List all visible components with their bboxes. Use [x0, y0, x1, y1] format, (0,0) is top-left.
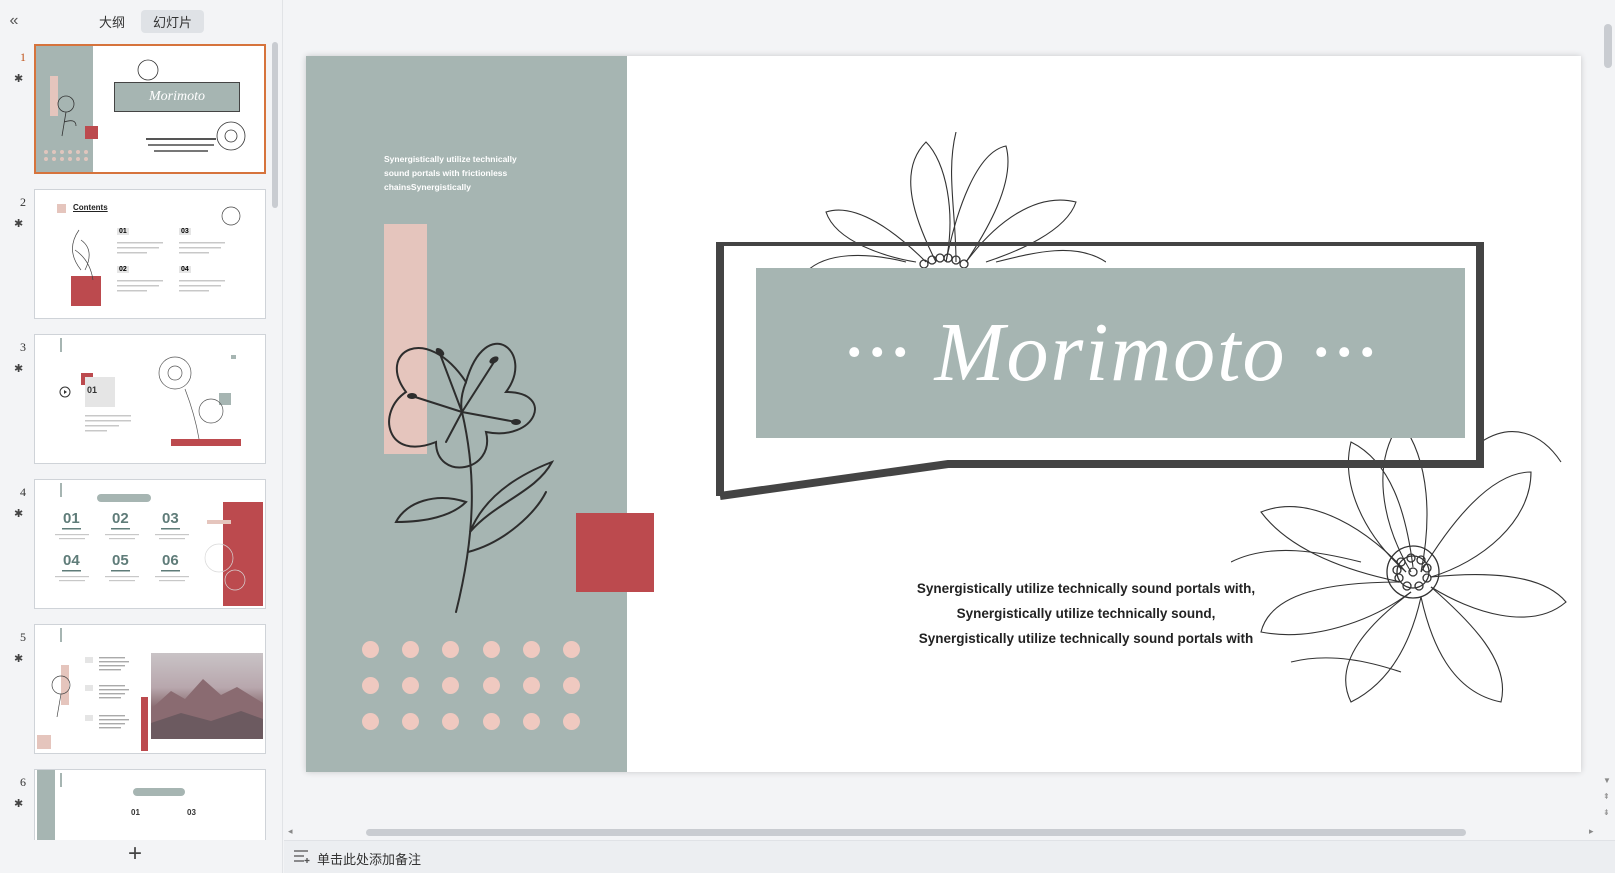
slide-editor: Synergistically utilize technically soun… — [284, 0, 1615, 873]
slide-thumbnail-1[interactable]: Morimoto — [34, 44, 266, 174]
prev-slide-icon[interactable]: ⇞ — [1603, 792, 1610, 801]
animation-star-icon: ✱ — [14, 73, 24, 85]
thumb-decor — [72, 206, 241, 292]
animation-star-icon: ✱ — [14, 218, 24, 230]
dot — [483, 641, 500, 658]
notes-placeholder[interactable]: 单击此处添加备注 — [317, 849, 421, 868]
title-box: ··· Morimoto ··· — [756, 268, 1465, 438]
slide-small-text: Synergistically utilize technically soun… — [384, 154, 517, 192]
animation-star-icon: ✱ — [14, 653, 24, 665]
thumbnail-list: 1 ✱ Morimoto 2 ✱ Contents 01 02 03 04 3 … — [0, 40, 283, 840]
thumbnail-row-4: 4 ✱ 01 02 03 04 05 06 — [0, 475, 270, 609]
thumb-sage-panel — [37, 770, 55, 840]
dot — [483, 677, 500, 694]
thumbnail-row-1: 1 ✱ Morimoto — [0, 40, 270, 174]
scroll-down-icon[interactable]: ▼ — [1603, 776, 1611, 785]
animation-star-icon: ✱ — [14, 363, 24, 375]
slide-thumbnail-2[interactable]: Contents 01 02 03 04 — [34, 189, 266, 319]
slide-number: 1 — [20, 50, 26, 64]
scroll-right-icon[interactable]: ▸ — [1589, 826, 1594, 837]
thumbnail-row-6: 6 ✱ 01 03 — [0, 765, 270, 840]
dot — [402, 713, 419, 730]
collapse-panel-icon[interactable]: « — [4, 12, 24, 32]
dot — [402, 641, 419, 658]
dot — [563, 641, 580, 658]
panel-scrollbar[interactable] — [272, 42, 278, 208]
dot — [362, 677, 379, 694]
view-tabs: 大纲 幻灯片 — [87, 10, 205, 33]
thumb-accent-line — [60, 773, 62, 787]
dot-grid — [362, 641, 602, 751]
horizontal-scrollbar[interactable]: ◂ ▸ — [284, 826, 1601, 838]
tab-slides[interactable]: 幻灯片 — [141, 10, 205, 33]
dot — [362, 713, 379, 730]
thumbnail-row-5: 5 ✱ — [0, 620, 270, 754]
notes-bar[interactable]: 单击此处添加备注 — [284, 840, 1615, 873]
line-flower-icon — [388, 342, 555, 613]
slide-thumbnail-5[interactable] — [34, 624, 266, 754]
dot — [483, 713, 500, 730]
vertical-scroll-thumb[interactable] — [1604, 24, 1612, 68]
scroll-left-icon[interactable]: ◂ — [288, 826, 293, 837]
thumb-item: 03 — [187, 808, 196, 817]
slide-subtitle[interactable]: Synergistically utilize technically soun… — [916, 576, 1256, 651]
dot — [523, 677, 540, 694]
thumb-decor — [51, 657, 129, 729]
slide-number: 2 — [20, 195, 26, 209]
tab-outline[interactable]: 大纲 — [87, 10, 137, 33]
thumb-decor — [59, 355, 236, 440]
thumb-item: 01 — [131, 808, 140, 817]
dot — [362, 641, 379, 658]
slide-number: 5 — [20, 630, 26, 644]
dot — [563, 713, 580, 730]
animation-star-icon: ✱ — [14, 508, 24, 520]
add-slide-button[interactable]: + — [128, 842, 142, 866]
slide-thumbnail-6[interactable]: 01 03 — [34, 769, 266, 840]
dot — [523, 641, 540, 658]
dot — [563, 677, 580, 694]
red-block — [576, 513, 654, 592]
dot — [442, 713, 459, 730]
current-slide[interactable]: Synergistically utilize technically soun… — [306, 56, 1581, 772]
thumb-decor — [44, 59, 246, 161]
dot — [442, 677, 459, 694]
thumb-decor — [55, 528, 246, 591]
dot — [402, 677, 419, 694]
thumbnail-row-3: 3 ✱ 01 — [0, 330, 270, 464]
thumb-pill — [133, 788, 185, 796]
thumbnail-row-2: 2 ✱ Contents 01 02 03 04 — [0, 185, 270, 319]
slide-number: 3 — [20, 340, 26, 354]
vertical-scrollbar[interactable]: ▼ ⇞ ⇟ — [1601, 0, 1615, 836]
horizontal-scroll-thumb[interactable] — [366, 829, 1466, 836]
notes-icon — [294, 850, 310, 863]
dot — [523, 713, 540, 730]
slide-number: 4 — [20, 485, 26, 499]
slide-number: 6 — [20, 775, 26, 789]
slide-thumbnail-3[interactable]: 01 — [34, 334, 266, 464]
slide-thumbnail-4[interactable]: 01 02 03 04 05 06 — [34, 479, 266, 609]
slide-title[interactable]: ··· Morimoto ··· — [756, 268, 1465, 438]
animation-star-icon: ✱ — [14, 798, 24, 810]
next-slide-icon[interactable]: ⇟ — [1603, 808, 1610, 817]
slide-panel: « 大纲 幻灯片 1 ✱ Morimoto 2 ✱ Contents 01 02… — [0, 0, 283, 873]
dot — [442, 641, 459, 658]
